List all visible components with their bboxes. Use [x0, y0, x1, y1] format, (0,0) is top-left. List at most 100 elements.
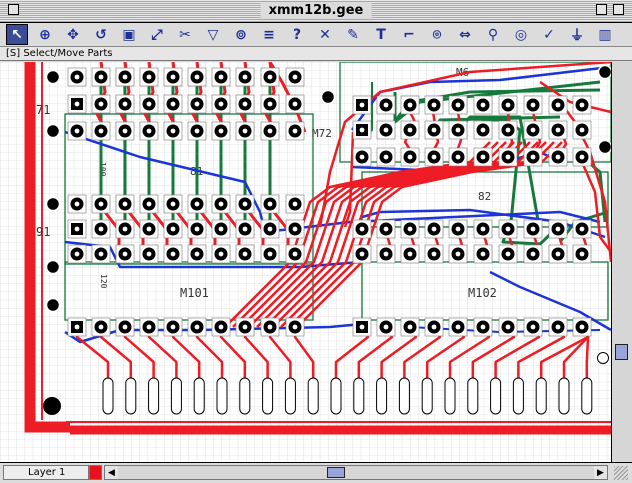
zoom-tool[interactable]: ⊕ — [34, 24, 56, 45]
pad[interactable] — [523, 95, 543, 115]
pad[interactable] — [473, 147, 493, 167]
pad[interactable] — [400, 95, 420, 115]
pad[interactable] — [91, 121, 111, 141]
pad[interactable] — [400, 120, 420, 140]
pad[interactable] — [67, 244, 87, 264]
pad[interactable] — [523, 244, 543, 264]
pad[interactable] — [211, 219, 231, 239]
pad[interactable] — [448, 244, 468, 264]
ground-tool[interactable]: ⏚ — [566, 24, 588, 45]
pad[interactable] — [400, 244, 420, 264]
pad[interactable] — [498, 244, 518, 264]
pin-1-pad[interactable] — [352, 317, 372, 337]
pad[interactable] — [400, 219, 420, 239]
pad[interactable] — [523, 147, 543, 167]
scroll-left-button[interactable]: ◀ — [105, 466, 118, 479]
pad[interactable] — [67, 194, 87, 214]
collapse-box[interactable] — [613, 4, 624, 15]
pad[interactable] — [285, 317, 305, 337]
pad[interactable] — [424, 120, 444, 140]
pad[interactable] — [235, 219, 255, 239]
pad[interactable] — [498, 120, 518, 140]
close-box[interactable] — [8, 4, 19, 15]
pad[interactable] — [260, 219, 280, 239]
pad[interactable] — [163, 317, 183, 337]
pad[interactable] — [572, 120, 592, 140]
pad[interactable] — [187, 244, 207, 264]
pad[interactable] — [523, 120, 543, 140]
corner-tool[interactable]: ⌐ — [398, 24, 420, 45]
pencil-tool[interactable]: ✎ — [342, 24, 364, 45]
pad[interactable] — [548, 219, 568, 239]
text-tool[interactable]: T — [370, 24, 392, 45]
pad[interactable] — [235, 121, 255, 141]
route-tool[interactable]: ⤢ — [146, 24, 168, 45]
pad[interactable] — [523, 317, 543, 337]
pad[interactable] — [498, 317, 518, 337]
pad[interactable] — [448, 219, 468, 239]
pad[interactable] — [260, 67, 280, 87]
pad[interactable] — [115, 317, 135, 337]
pad[interactable] — [400, 317, 420, 337]
pad[interactable] — [548, 244, 568, 264]
pad[interactable] — [139, 94, 159, 114]
pad[interactable] — [187, 121, 207, 141]
pad[interactable] — [473, 120, 493, 140]
pad[interactable] — [548, 317, 568, 337]
pad[interactable] — [352, 219, 372, 239]
pad[interactable] — [424, 95, 444, 115]
pin-1-pad[interactable] — [67, 317, 87, 337]
pad[interactable] — [352, 244, 372, 264]
select-move-tool[interactable]: ↖ — [6, 24, 28, 45]
pad[interactable] — [498, 219, 518, 239]
pad[interactable] — [235, 317, 255, 337]
pad[interactable] — [139, 67, 159, 87]
pad[interactable] — [163, 194, 183, 214]
pad[interactable] — [91, 67, 111, 87]
pad[interactable] — [473, 219, 493, 239]
pad[interactable] — [572, 95, 592, 115]
component-tool[interactable]: ⌾ — [426, 24, 448, 45]
pad[interactable] — [187, 194, 207, 214]
pad[interactable] — [572, 219, 592, 239]
pad[interactable] — [115, 67, 135, 87]
pad[interactable] — [91, 194, 111, 214]
pad[interactable] — [260, 317, 280, 337]
pad[interactable] — [285, 94, 305, 114]
pad[interactable] — [448, 147, 468, 167]
ring-tool[interactable]: ◎ — [510, 24, 532, 45]
pad[interactable] — [376, 147, 396, 167]
pad[interactable] — [376, 95, 396, 115]
chip-tool[interactable]: ▥ — [594, 24, 616, 45]
pad[interactable] — [187, 94, 207, 114]
bus-tool[interactable]: ≡ — [258, 24, 280, 45]
scroll-right-button[interactable]: ▶ — [594, 466, 607, 479]
pad[interactable] — [235, 194, 255, 214]
vertical-scrollbar[interactable] — [611, 62, 632, 462]
pad[interactable] — [115, 94, 135, 114]
pad-tool[interactable]: ⊚ — [230, 24, 252, 45]
pad[interactable] — [211, 244, 231, 264]
pad[interactable] — [285, 244, 305, 264]
part-edit-tool[interactable]: ▣ — [118, 24, 140, 45]
pin-1-pad[interactable] — [67, 94, 87, 114]
pad[interactable] — [163, 67, 183, 87]
pad[interactable] — [260, 94, 280, 114]
pad[interactable] — [473, 95, 493, 115]
rotate-tool[interactable]: ↺ — [90, 24, 112, 45]
pad[interactable] — [448, 95, 468, 115]
pad[interactable] — [448, 120, 468, 140]
pad[interactable] — [163, 244, 183, 264]
pad[interactable] — [91, 317, 111, 337]
vertical-scroll-thumb[interactable] — [615, 344, 628, 360]
pad[interactable] — [400, 147, 420, 167]
pad[interactable] — [67, 67, 87, 87]
pad[interactable] — [260, 121, 280, 141]
pcb-layout[interactable]: 71 91 M72 M101 M102 81 82 M6 100 120 — [0, 62, 611, 462]
pad[interactable] — [424, 219, 444, 239]
title-bar[interactable]: xmm12b.gee — [0, 0, 632, 23]
pad[interactable] — [67, 121, 87, 141]
pad[interactable] — [211, 317, 231, 337]
pad[interactable] — [163, 121, 183, 141]
pin-1-pad[interactable] — [67, 219, 87, 239]
